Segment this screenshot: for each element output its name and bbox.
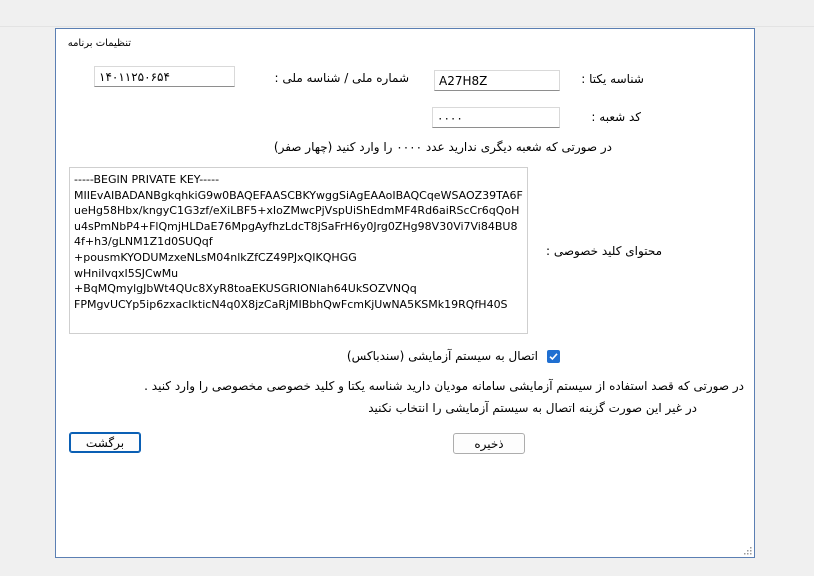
unique-id-input[interactable] [434,70,560,91]
back-button[interactable]: برگشت [69,432,141,453]
save-button[interactable]: ذخیره [453,433,525,454]
branch-code-hint: در صورتی که شعبه دیگری ندارید عدد ۰۰۰۰ ر… [273,140,612,154]
top-bar [0,0,814,27]
sandbox-checkbox[interactable] [547,350,560,363]
resize-grip-icon[interactable] [744,547,752,555]
branch-code-input[interactable] [432,107,560,128]
settings-dialog: تنظیمات برنامه شناسه یکتا : شماره ملی / … [55,28,755,558]
check-icon [549,353,558,361]
national-id-input[interactable] [94,66,235,87]
sandbox-label: اتصال به سیستم آزمایشی (سندباکس) [346,349,538,363]
national-id-label: شماره ملی / شناسه ملی : [274,71,409,85]
branch-code-label: کد شعبه : [591,110,641,124]
private-key-label: محتوای کلید خصوصی : [545,244,662,258]
unique-id-label: شناسه یکتا : [581,72,644,86]
sandbox-hint-line-2: در غیر این صورت گزینه اتصال به سیستم آزم… [368,401,697,415]
dialog-title: تنظیمات برنامه [67,38,131,49]
sandbox-hint-line-1: در صورتی که قصد استفاده از سیستم آزمایشی… [144,379,744,393]
private-key-textarea[interactable]: -----BEGIN PRIVATE KEY----- MIIEvAIBADAN… [69,167,528,334]
